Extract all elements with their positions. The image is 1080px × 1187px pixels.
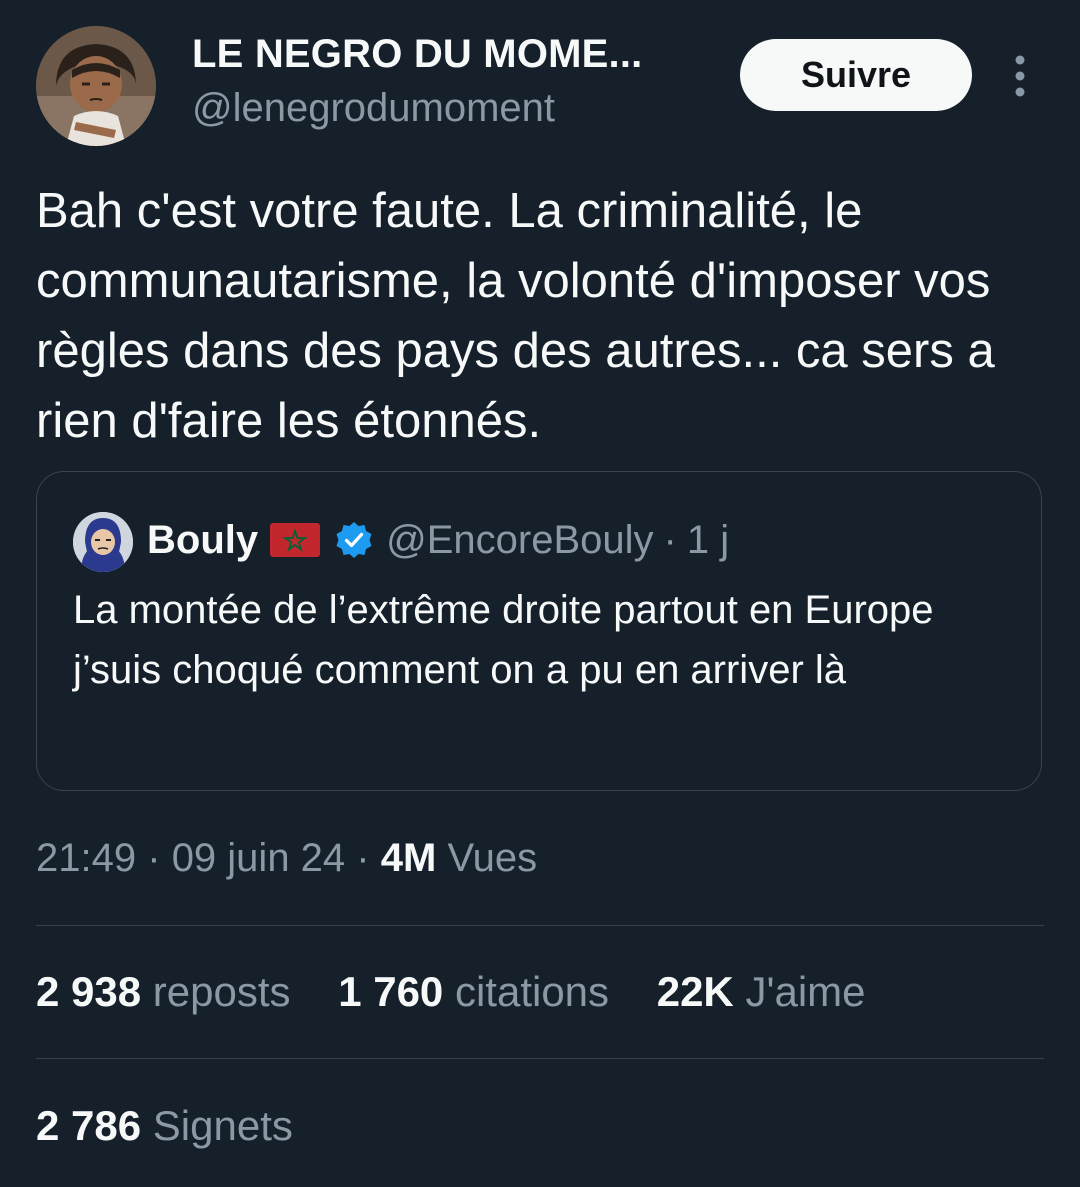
morocco-flag-icon — [270, 523, 321, 557]
quoted-timestamp[interactable]: 1 j — [687, 518, 729, 563]
engagement-stats: 2 938 reposts 1 760 citations 22K J'aime — [36, 968, 902, 1016]
cartoon-avatar-icon — [36, 26, 156, 146]
divider — [36, 925, 1044, 926]
likes-stat[interactable]: 22K J'aime — [657, 968, 866, 1016]
tweet-date[interactable]: 09 juin 24 — [172, 836, 345, 880]
bookmarks-label: Signets — [152, 1102, 293, 1149]
views-label: Vues — [447, 836, 538, 880]
meta-separator: · — [147, 836, 161, 880]
tweet-metadata: 21:49 · 09 juin 24 · 4M Vues — [36, 836, 537, 881]
bookmarks-count: 2 786 — [36, 1102, 142, 1149]
divider — [36, 1058, 1044, 1059]
quoted-tweet-header: Bouly @EncoreBouly · 1 j — [147, 510, 729, 570]
quoted-tweet-card[interactable]: Bouly @EncoreBouly · 1 j La montée de l’… — [36, 471, 1042, 791]
quoted-author-handle[interactable]: @EncoreBouly — [386, 518, 653, 563]
more-vertical-icon[interactable] — [1006, 54, 1034, 98]
meta-separator: · — [356, 836, 370, 880]
views-count: 4M — [380, 836, 437, 880]
bookmarks-stat[interactable]: 2 786 Signets — [36, 1102, 293, 1150]
verified-badge-icon — [334, 520, 374, 560]
likes-label: J'aime — [745, 968, 866, 1015]
tweet-time[interactable]: 21:49 — [36, 836, 136, 880]
quoted-avatar-icon — [73, 512, 133, 572]
reposts-label: reposts — [152, 968, 291, 1015]
quoted-tweet-text: La montée de l’extrême droite partout en… — [73, 588, 934, 692]
author-handle[interactable]: @lenegrodumoment — [192, 86, 555, 131]
author-display-name[interactable]: LE NEGRO DU MOME... — [192, 32, 642, 77]
follow-button[interactable]: Suivre — [740, 39, 972, 111]
quoted-separator: · — [663, 517, 677, 562]
author-avatar[interactable] — [36, 26, 156, 146]
quotes-stat[interactable]: 1 760 citations — [338, 968, 609, 1016]
quotes-count: 1 760 — [338, 968, 444, 1015]
tweet-header: LE NEGRO DU MOME... @lenegrodumoment Sui… — [0, 0, 1080, 160]
quotes-label: citations — [454, 968, 610, 1015]
quoted-author-avatar[interactable] — [73, 512, 133, 572]
reposts-stat[interactable]: 2 938 reposts — [36, 968, 291, 1016]
quoted-author-name[interactable]: Bouly — [147, 518, 258, 563]
reposts-count: 2 938 — [36, 968, 142, 1015]
tweet-text: Bah c'est votre faute. La criminalité, l… — [36, 184, 995, 448]
likes-count: 22K — [656, 968, 734, 1015]
